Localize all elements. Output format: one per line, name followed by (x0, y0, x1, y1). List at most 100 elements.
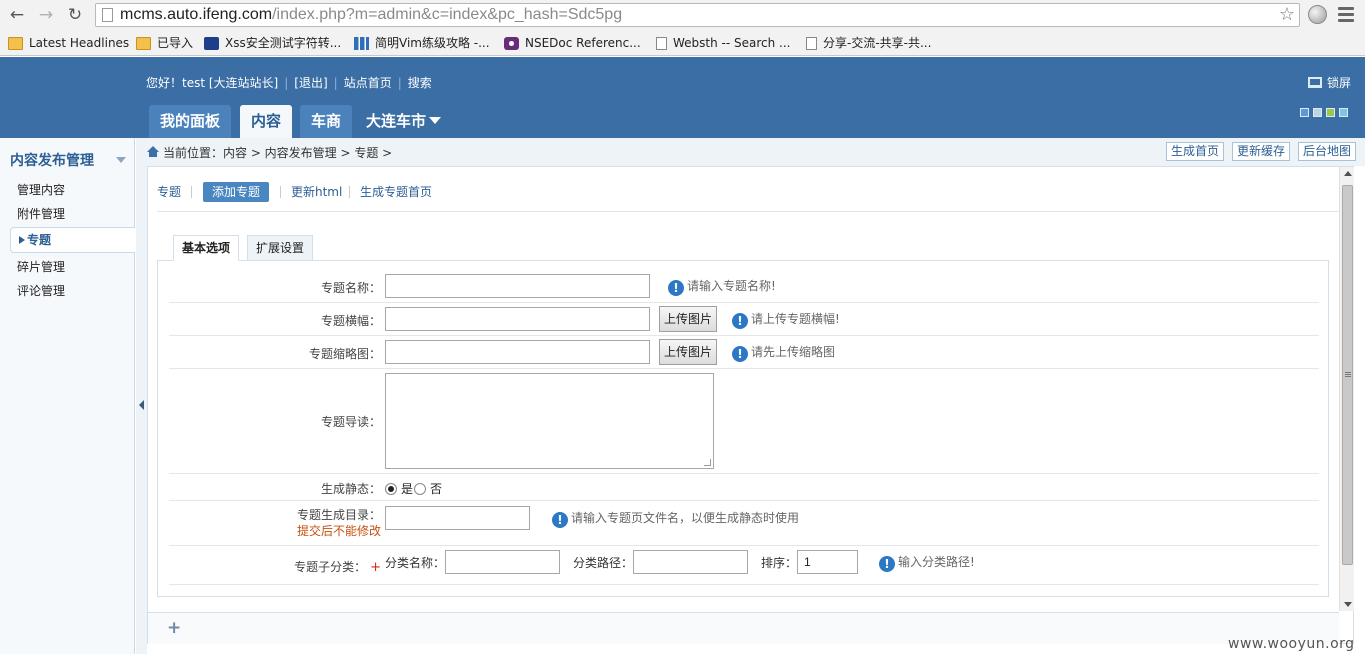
intro-label: 专题导读： (320, 415, 381, 429)
bookmark-item[interactable]: 分享-交流-共享-共... (806, 35, 931, 51)
breadcrumb: 当前位置：内容 > 内容发布管理 > 专题 > (163, 146, 393, 160)
sidebar-toggle[interactable] (136, 138, 147, 654)
page-icon (656, 37, 667, 50)
thumbnail-tip: ! 请先上传缩略图 (732, 344, 835, 362)
skin-switcher (1296, 106, 1348, 117)
globe-icon[interactable] (1308, 5, 1327, 24)
form-row-static: 生成静态： 是 否 (169, 474, 1319, 501)
menu-icon[interactable] (1338, 7, 1354, 22)
cms-header: 您好！test [大连站站长] | [退出] | 站点首页 | 搜索 锁屏 我的面板 内容 … (0, 57, 1365, 138)
top-links: 您好！test [大连站站长] | [退出] | 站点首页 | 搜索 (146, 75, 432, 91)
skin-swatch[interactable] (1326, 108, 1335, 117)
scroll-down-icon[interactable] (1344, 602, 1352, 607)
directory-label: 专题生成目录： 提交后不能修改 (296, 508, 381, 538)
name-label: 专题名称： (320, 281, 381, 295)
subnav-update-html[interactable]: 更新html (291, 184, 342, 200)
topic-form: 专题名称： ! 请输入专题名称! 专题横幅： 上传图片 ! 请上传专题横幅! 专题缩… (157, 260, 1329, 597)
info-icon: ! (879, 556, 895, 572)
page-icon (806, 37, 817, 50)
reload-icon[interactable]: ↻ (64, 4, 86, 26)
topic-name-input[interactable] (385, 274, 650, 298)
name-tip: ! 请输入专题名称! (668, 278, 776, 296)
paw-icon (204, 37, 219, 50)
bottom-toolbar: + (148, 612, 1339, 644)
address-bar[interactable]: mcms.auto.ifeng.com/index.php?m=admin&c=… (95, 3, 1300, 27)
sidebar-item-topics[interactable]: 专题 (10, 227, 135, 253)
search-link[interactable]: 搜索 (408, 75, 432, 91)
skin-swatch[interactable] (1339, 108, 1348, 117)
subcategory-label: 专题子分类： + (294, 560, 381, 575)
divider (157, 211, 1340, 212)
skin-swatch[interactable] (1300, 108, 1309, 117)
back-arrow-icon[interactable]: ← (6, 4, 28, 26)
bookmark-item[interactable]: NSEDoc Referenc... (504, 35, 641, 51)
sidebar-item-manage-content[interactable]: 管理内容 (17, 182, 65, 198)
form-row-directory: 专题生成目录： 提交后不能修改 ! 请输入专题页文件名，以便生成静态时使用 (169, 501, 1319, 546)
plus-icon[interactable]: + (167, 619, 181, 637)
subnav-add-topic[interactable]: 添加专题 (203, 182, 270, 202)
lock-screen-button[interactable]: 锁屏 (1308, 75, 1351, 91)
topic-thumbnail-input[interactable] (385, 340, 650, 364)
collapse-caret-icon[interactable] (116, 157, 126, 163)
tab-content[interactable]: 内容 (240, 105, 293, 138)
tab-my-panel[interactable]: 我的面板 (149, 105, 232, 138)
vertical-scrollbar[interactable] (1339, 167, 1354, 611)
logout-link[interactable]: [退出] (294, 75, 327, 91)
topic-banner-input[interactable] (385, 307, 650, 331)
tab-dealers[interactable]: 车商 (300, 105, 353, 138)
static-no-radio[interactable] (414, 483, 426, 495)
upload-thumbnail-button[interactable]: 上传图片 (659, 339, 718, 365)
info-icon: ! (552, 512, 568, 528)
bookmark-item[interactable]: Latest Headlines (8, 35, 129, 51)
monitor-icon (1308, 77, 1322, 88)
left-sidebar: 内容发布管理 管理内容 附件管理 专题 碎片管理 评论管理 (0, 138, 135, 654)
directory-tip: ! 请输入专题页文件名，以便生成静态时使用 (552, 510, 799, 528)
bookmark-item[interactable]: 已导入 (136, 35, 193, 51)
add-subcategory-icon[interactable]: + (370, 560, 381, 575)
site-home-link[interactable]: 站点首页 (344, 75, 392, 91)
sidebar-title: 内容发布管理 (10, 153, 94, 169)
generate-home-button[interactable]: 生成首页 (1166, 142, 1225, 161)
category-path-input[interactable] (633, 550, 748, 574)
resize-grip[interactable] (704, 459, 711, 466)
static-yes-radio[interactable] (385, 483, 397, 495)
bookmark-item[interactable]: 简明Vim练级攻略 -... (354, 35, 490, 51)
thumbnail-label: 专题缩略图： (308, 347, 381, 361)
banner-label: 专题横幅： (320, 314, 381, 328)
form-row-thumbnail: 专题缩略图： 上传图片 ! 请先上传缩略图 (169, 336, 1319, 369)
form-row-intro: 专题导读： (169, 369, 1319, 474)
eye-icon (504, 37, 519, 50)
subnav-topics[interactable]: 专题 (157, 184, 181, 200)
info-icon: ! (668, 280, 684, 296)
tab-site-selector[interactable]: 大连车市 (355, 105, 452, 138)
static-yes-label: 是 (401, 482, 414, 496)
sidebar-item-fragments[interactable]: 碎片管理 (17, 259, 65, 275)
static-label: 生成静态： (320, 482, 381, 496)
form-row-banner: 专题横幅： 上传图片 ! 请上传专题横幅! (169, 303, 1319, 336)
url-path: /index.php?m=admin&c=index&pc_hash=Sdc5p… (272, 6, 623, 23)
sort-input[interactable] (797, 550, 858, 574)
triangle-left-icon (139, 400, 144, 410)
tab-extended-settings[interactable]: 扩展设置 (247, 235, 314, 261)
subnav-generate-topic-home[interactable]: 生成专题首页 (360, 184, 432, 200)
topic-directory-input[interactable] (385, 506, 530, 530)
forward-arrow-icon[interactable]: → (35, 4, 57, 26)
sidebar-item-comments[interactable]: 评论管理 (17, 283, 65, 299)
form-row-subcategory: 专题子分类：+ 分类名称： 分类路径： 排序： !输入分类路径! (169, 546, 1319, 585)
info-icon: ! (732, 346, 748, 362)
bookmark-item[interactable]: Xss安全测试字符转... (204, 35, 341, 51)
arrow-right-icon (19, 236, 25, 244)
sidebar-item-attachments[interactable]: 附件管理 (17, 206, 65, 222)
scrollbar-thumb[interactable] (1342, 185, 1353, 565)
scroll-up-icon[interactable] (1344, 171, 1352, 176)
tab-basic-options[interactable]: 基本选项 (173, 235, 240, 261)
update-cache-button[interactable]: 更新缓存 (1232, 142, 1291, 161)
form-row-name: 专题名称： ! 请输入专题名称! (169, 270, 1319, 303)
bookmark-star-icon[interactable]: ☆ (1279, 4, 1295, 26)
category-name-input[interactable] (445, 550, 560, 574)
admin-map-button[interactable]: 后台地图 (1298, 142, 1357, 161)
topic-intro-textarea[interactable] (385, 373, 714, 469)
upload-banner-button[interactable]: 上传图片 (659, 306, 718, 332)
bookmark-item[interactable]: Websth -- Search ... (656, 35, 791, 51)
skin-swatch[interactable] (1313, 108, 1322, 117)
